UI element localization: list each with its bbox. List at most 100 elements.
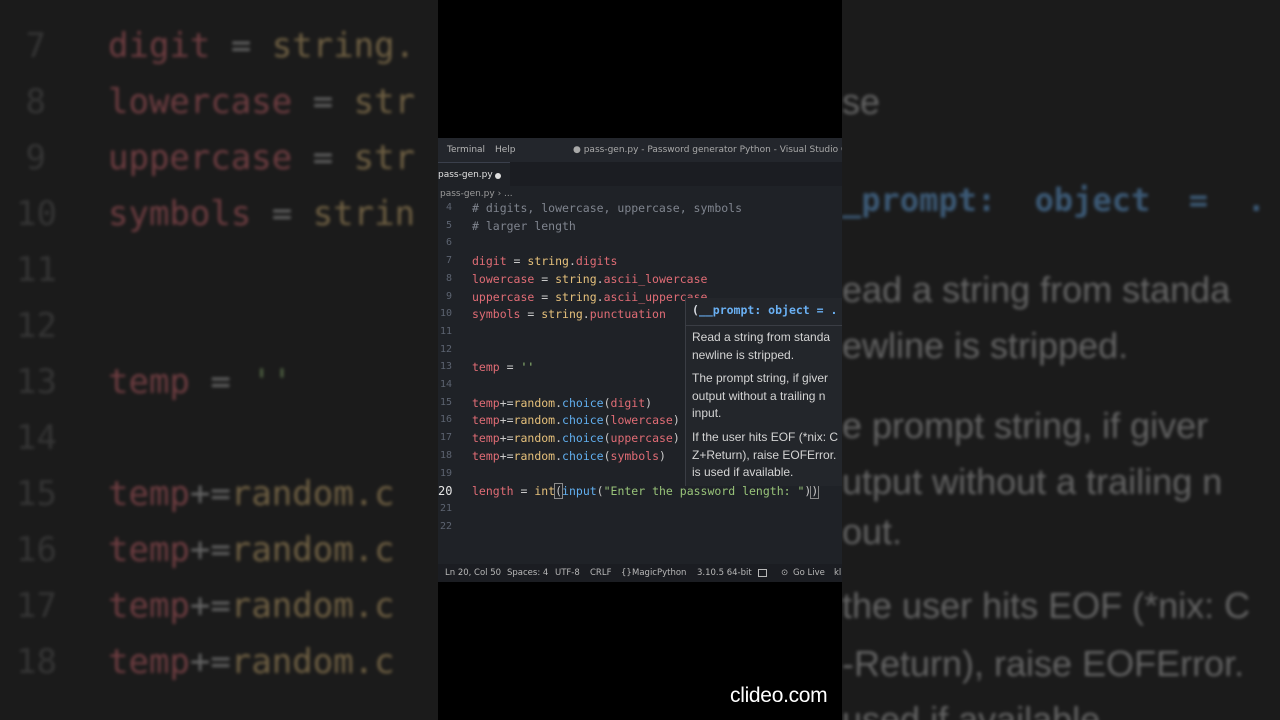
line-code: digit = string.digits [472, 252, 617, 270]
code-token: digits [575, 254, 618, 269]
code-line[interactable]: 6 [438, 234, 842, 252]
line-number: 4 [445, 202, 452, 213]
code-token: ( [603, 448, 611, 463]
background-line-code: uppercase = str [108, 130, 415, 186]
code-token: choice [562, 395, 604, 410]
background-line-number: 13 [16, 362, 57, 402]
hover-sig-param: __prompt: [698, 303, 762, 317]
status-interpreter[interactable]: 3.10.5 64-bit [697, 568, 752, 578]
background-line-code: temp+=random.c [108, 522, 395, 578]
breadcrumb[interactable]: pass-gen.py › ... [440, 189, 513, 199]
status-bar: Ln 20, Col 50 Spaces: 4 UTF-8 CRLF {} Ma… [438, 564, 842, 582]
code-token: = [520, 307, 542, 322]
code-token: uppercase [472, 289, 535, 304]
status-encoding[interactable]: UTF-8 [555, 568, 580, 578]
code-token: ( [603, 413, 611, 428]
background-code-token: += [189, 642, 231, 682]
background-hover-text: _prompt: object = . [842, 181, 1266, 219]
background-code-line: 11 [0, 242, 440, 298]
code-token: "Enter the password length: " [603, 484, 805, 499]
line-number: 5 [445, 219, 452, 231]
hover-paragraph-2: The prompt string, if giver output witho… [692, 371, 829, 420]
status-language[interactable]: MagicPython [632, 568, 686, 578]
background-line-number: 17 [16, 586, 57, 626]
code-token: symbols [472, 307, 521, 322]
line-code: temp+=random.choice(digit) [472, 394, 652, 412]
menu-terminal[interactable]: Terminal [447, 145, 485, 155]
background-line-code: symbols = strin [108, 186, 415, 242]
background-code-line: 10 symbols = strin [0, 186, 440, 242]
video-frame: Terminal Help ● pass-gen.py - Password g… [438, 0, 842, 720]
code-token: random [513, 413, 556, 428]
code-line[interactable]: 4 # digits, lowercase, uppercase, symbols [438, 199, 842, 217]
background-code-token: string. [271, 26, 416, 66]
background-line-code: digit = string. [108, 18, 415, 74]
menu-help[interactable]: Help [495, 145, 516, 155]
code-token: ) [659, 448, 666, 463]
line-number: 14 [439, 379, 452, 390]
terminal-icon[interactable] [758, 569, 767, 577]
background-code-line: 9 uppercase = str [0, 130, 440, 186]
background-line-number: 7 [25, 26, 46, 66]
line-code: # digits, lowercase, uppercase, symbols [472, 199, 742, 217]
background-code-token: random.c [230, 474, 395, 514]
tab-pass-gen[interactable]: pass-gen.py [438, 162, 510, 186]
line-code: # larger length [472, 217, 576, 235]
code-token: . [596, 271, 604, 286]
background-line-code: temp+=random.c [108, 466, 395, 522]
background-code-token: random.c [230, 530, 395, 570]
code-line[interactable]: 22 [438, 518, 842, 536]
line-code: temp+=random.choice(lowercase) [472, 411, 680, 429]
status-eol[interactable]: CRLF [590, 568, 611, 578]
background-code-token: str [353, 82, 416, 122]
code-token: '' [520, 360, 535, 375]
line-number: 22 [439, 520, 452, 532]
code-line[interactable]: 7 digit = string.digits [438, 252, 842, 270]
background-code-token: = [210, 26, 272, 66]
code-token: temp [472, 448, 500, 463]
code-token: punctuation [589, 307, 666, 322]
background-hover-text: ead a string from standa [842, 269, 1231, 310]
unsaved-dot-icon[interactable] [495, 173, 501, 179]
background-code-token: '' [251, 362, 293, 402]
background-line-number: 12 [16, 306, 57, 346]
background-code-token: random.c [230, 586, 395, 626]
code-token: ( [596, 484, 604, 499]
code-token: random [513, 431, 556, 446]
code-line[interactable]: 21 [438, 500, 842, 518]
code-line[interactable]: 5 # larger length [438, 217, 842, 235]
status-cursor-position[interactable]: Ln 20, Col 50 [445, 568, 501, 578]
code-token: temp [472, 360, 500, 375]
line-number: 13 [439, 361, 452, 373]
background-line-number: 16 [16, 530, 57, 570]
background-code-line: 17 temp+=random.c [0, 578, 440, 634]
background-code-token: temp [108, 362, 190, 402]
code-token: uppercase [610, 431, 673, 446]
code-token: . [555, 448, 563, 463]
line-code: lowercase = string.ascii_lowercase [472, 270, 707, 288]
code-line[interactable]: 8 lowercase = string.ascii_lowercase [438, 270, 842, 288]
code-token: ) [810, 483, 820, 500]
background-code-line: 12 [0, 298, 440, 354]
code-token: = [534, 271, 556, 286]
status-go-live[interactable]: Go Live [793, 568, 825, 578]
code-token: . [555, 413, 563, 428]
code-token: random [513, 448, 556, 463]
hover-signature: (__prompt: object = . [692, 303, 837, 317]
line-code: temp = '' [472, 358, 534, 376]
line-number: 11 [439, 325, 452, 337]
background-code-line: 15 temp+=random.c [0, 466, 440, 522]
status-indentation[interactable]: Spaces: 4 [507, 568, 548, 578]
code-token: temp [472, 431, 500, 446]
background-code-token: symbols [108, 194, 252, 234]
code-token: choice [562, 413, 604, 428]
line-number: 19 [439, 467, 452, 479]
background-code-token: += [189, 586, 231, 626]
background-line-number: 8 [25, 82, 46, 122]
status-extra[interactable]: kl [834, 568, 841, 578]
line-code: temp+=random.choice(symbols) [472, 447, 666, 465]
background-line-code: lowercase = str [108, 74, 415, 130]
background-code-token: = [292, 82, 354, 122]
background-line-code: temp+=random.c [108, 634, 395, 690]
line-number: 20 [438, 484, 453, 499]
